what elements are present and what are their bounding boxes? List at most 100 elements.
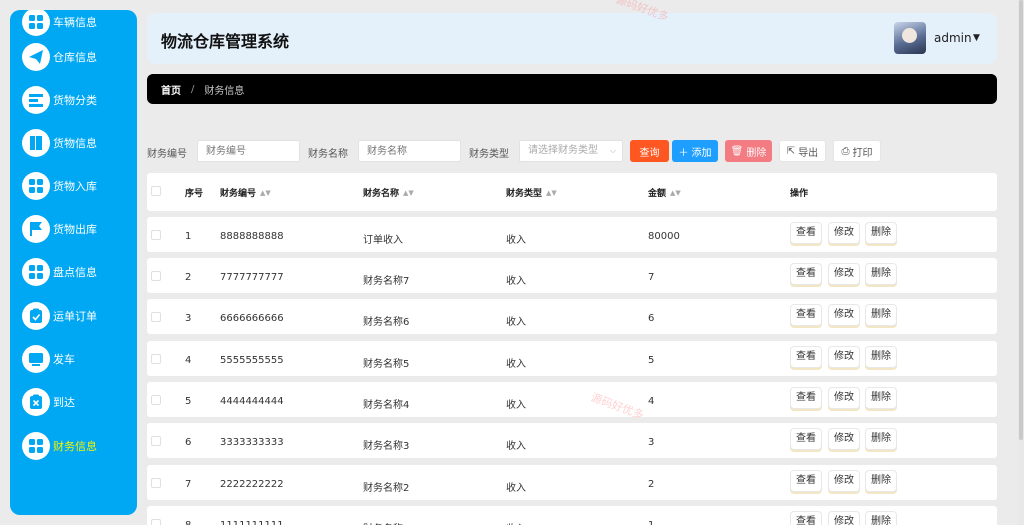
scrollbar-thumb[interactable] — [1019, 0, 1023, 440]
column-header-name[interactable]: 财务名称 ▲▼ — [363, 186, 414, 199]
amount-cell: 2 — [648, 479, 655, 490]
edit-button[interactable]: 修改 — [828, 511, 860, 525]
sidebar-item-goods-info[interactable]: 货物信息 — [22, 126, 134, 160]
row-checkbox[interactable] — [151, 271, 161, 281]
finance-name-cell: 财务名称3 — [363, 441, 410, 452]
finance-type-cell: 收入 — [506, 520, 526, 525]
sidebar-item-waybill-order[interactable]: 运单订单 — [22, 299, 134, 333]
export-button[interactable]: ⇱ 导出 — [779, 140, 826, 162]
row-checkbox[interactable] — [151, 436, 161, 446]
row-delete-button[interactable]: 删除 — [865, 263, 897, 285]
finance-name-input[interactable] — [358, 140, 461, 162]
sort-icon[interactable]: ▲▼ — [403, 189, 414, 197]
view-button[interactable]: 查看 — [790, 263, 822, 285]
finance-name-cell: 财务名称7 — [363, 276, 410, 287]
sidebar-item-goods-inbound[interactable]: 货物入库 — [22, 169, 134, 203]
select-all-checkbox[interactable] — [151, 186, 161, 196]
finance-name-cell: 财务名称6 — [363, 317, 410, 328]
export-icon: ⇱ — [786, 145, 796, 157]
finance-type-select[interactable]: 请选择财务类型 ⌵ — [519, 140, 623, 162]
view-button[interactable]: 查看 — [790, 428, 822, 450]
edit-button[interactable]: 修改 — [828, 222, 860, 244]
column-header-amount[interactable]: 金额 ▲▼ — [648, 186, 681, 199]
table-row: 5 4444444444 财务名称4 收入 4 查看 修改 删除 — [147, 382, 997, 417]
table-row: 7 2222222222 财务名称2 收入 2 查看 修改 删除 — [147, 465, 997, 500]
view-button[interactable]: 查看 — [790, 470, 822, 492]
avatar[interactable] — [894, 22, 926, 54]
sort-icon[interactable]: ▲▼ — [670, 189, 681, 197]
sidebar-item-finance-info[interactable]: 财务信息 — [22, 429, 134, 463]
table-header-row: 序号 财务编号 ▲▼ 财务名称 ▲▼ 财务类型 ▲▼ 金额 ▲▼ 操作 — [147, 173, 997, 211]
row-checkbox[interactable] — [151, 354, 161, 364]
sidebar-item-label: 仓库信息 — [53, 51, 97, 64]
sidebar-item-vehicle-info[interactable]: 车辆信息 — [22, 10, 134, 39]
row-delete-button[interactable]: 删除 — [865, 304, 897, 326]
app-title: 物流仓库管理系统 — [161, 32, 290, 51]
view-button[interactable]: 查看 — [790, 346, 822, 368]
paper-plane-icon — [22, 43, 50, 71]
amount-cell: 80000 — [648, 231, 680, 242]
sidebar-item-goods-category[interactable]: 货物分类 — [22, 83, 134, 117]
grid-icon — [22, 258, 50, 286]
column-header-label: 金额 — [648, 189, 667, 199]
row-index: 8 — [185, 520, 191, 525]
sidebar-item-goods-outbound[interactable]: 货物出库 — [22, 212, 134, 246]
finance-code-cell: 6666666666 — [220, 313, 284, 324]
finance-type-cell: 收入 — [506, 441, 526, 452]
sidebar-item-arrival[interactable]: 到达 — [22, 385, 134, 419]
row-index: 7 — [185, 479, 192, 490]
edit-button[interactable]: 修改 — [828, 304, 860, 326]
print-button[interactable]: ⎙ 打印 — [833, 140, 881, 162]
sidebar-item-label: 货物分类 — [53, 94, 97, 107]
delete-button[interactable]: 🗑 删除 — [725, 140, 772, 162]
row-index: 3 — [185, 313, 192, 324]
view-button[interactable]: 查看 — [790, 387, 822, 409]
edit-button[interactable]: 修改 — [828, 470, 860, 492]
finance-type-label: 财务类型 — [469, 149, 509, 160]
caret-down-icon[interactable]: ▼ — [973, 33, 980, 43]
add-button-label: 添加 — [691, 147, 712, 159]
monitor-icon — [22, 345, 50, 373]
query-button-label: 查询 — [639, 147, 660, 159]
view-button[interactable]: 查看 — [790, 511, 822, 525]
user-name[interactable]: admin — [934, 31, 972, 45]
plus-icon: ＋ — [678, 147, 689, 159]
edit-button[interactable]: 修改 — [828, 346, 860, 368]
finance-code-cell: 3333333333 — [220, 437, 284, 448]
breadcrumb-home[interactable]: 首页 — [161, 82, 181, 97]
edit-button[interactable]: 修改 — [828, 263, 860, 285]
row-delete-button[interactable]: 删除 — [865, 346, 897, 368]
row-checkbox[interactable] — [151, 519, 161, 525]
edit-button[interactable]: 修改 — [828, 387, 860, 409]
row-delete-button[interactable]: 删除 — [865, 470, 897, 492]
sort-icon[interactable]: ▲▼ — [260, 189, 271, 197]
row-index: 4 — [185, 355, 192, 366]
view-button[interactable]: 查看 — [790, 222, 822, 244]
page-scrollbar[interactable] — [1018, 0, 1024, 525]
column-header-code[interactable]: 财务编号 ▲▼ — [220, 186, 271, 199]
table-row: 1 8888888888 订单收入 收入 80000 查看 修改 删除 — [147, 217, 997, 252]
row-checkbox[interactable] — [151, 230, 161, 240]
row-checkbox[interactable] — [151, 395, 161, 405]
finance-code-cell: 1111111111 — [220, 520, 284, 525]
row-checkbox[interactable] — [151, 478, 161, 488]
row-delete-button[interactable]: 删除 — [865, 511, 897, 525]
edit-button[interactable]: 修改 — [828, 428, 860, 450]
row-delete-button[interactable]: 删除 — [865, 387, 897, 409]
add-button[interactable]: ＋ 添加 — [672, 140, 718, 162]
sidebar-item-inventory-check[interactable]: 盘点信息 — [22, 255, 134, 289]
column-header-index: 序号 — [185, 189, 204, 199]
finance-code-input[interactable] — [197, 140, 300, 162]
column-header-type[interactable]: 财务类型 ▲▼ — [506, 186, 557, 199]
table-row: 8 1111111111 财务名称1 收入 1 查看修改删除 — [147, 506, 997, 525]
sidebar-item-label: 运单订单 — [53, 310, 97, 323]
sort-icon[interactable]: ▲▼ — [546, 189, 557, 197]
row-delete-button[interactable]: 删除 — [865, 222, 897, 244]
sidebar-item-departure[interactable]: 发车 — [22, 342, 134, 376]
row-delete-button[interactable]: 删除 — [865, 428, 897, 450]
sidebar-item-warehouse-info[interactable]: 仓库信息 — [22, 40, 134, 74]
row-checkbox[interactable] — [151, 312, 161, 322]
table-row: 6 3333333333 财务名称3 收入 3 查看 修改 删除 — [147, 423, 997, 458]
query-button[interactable]: 查询 — [630, 140, 669, 162]
view-button[interactable]: 查看 — [790, 304, 822, 326]
